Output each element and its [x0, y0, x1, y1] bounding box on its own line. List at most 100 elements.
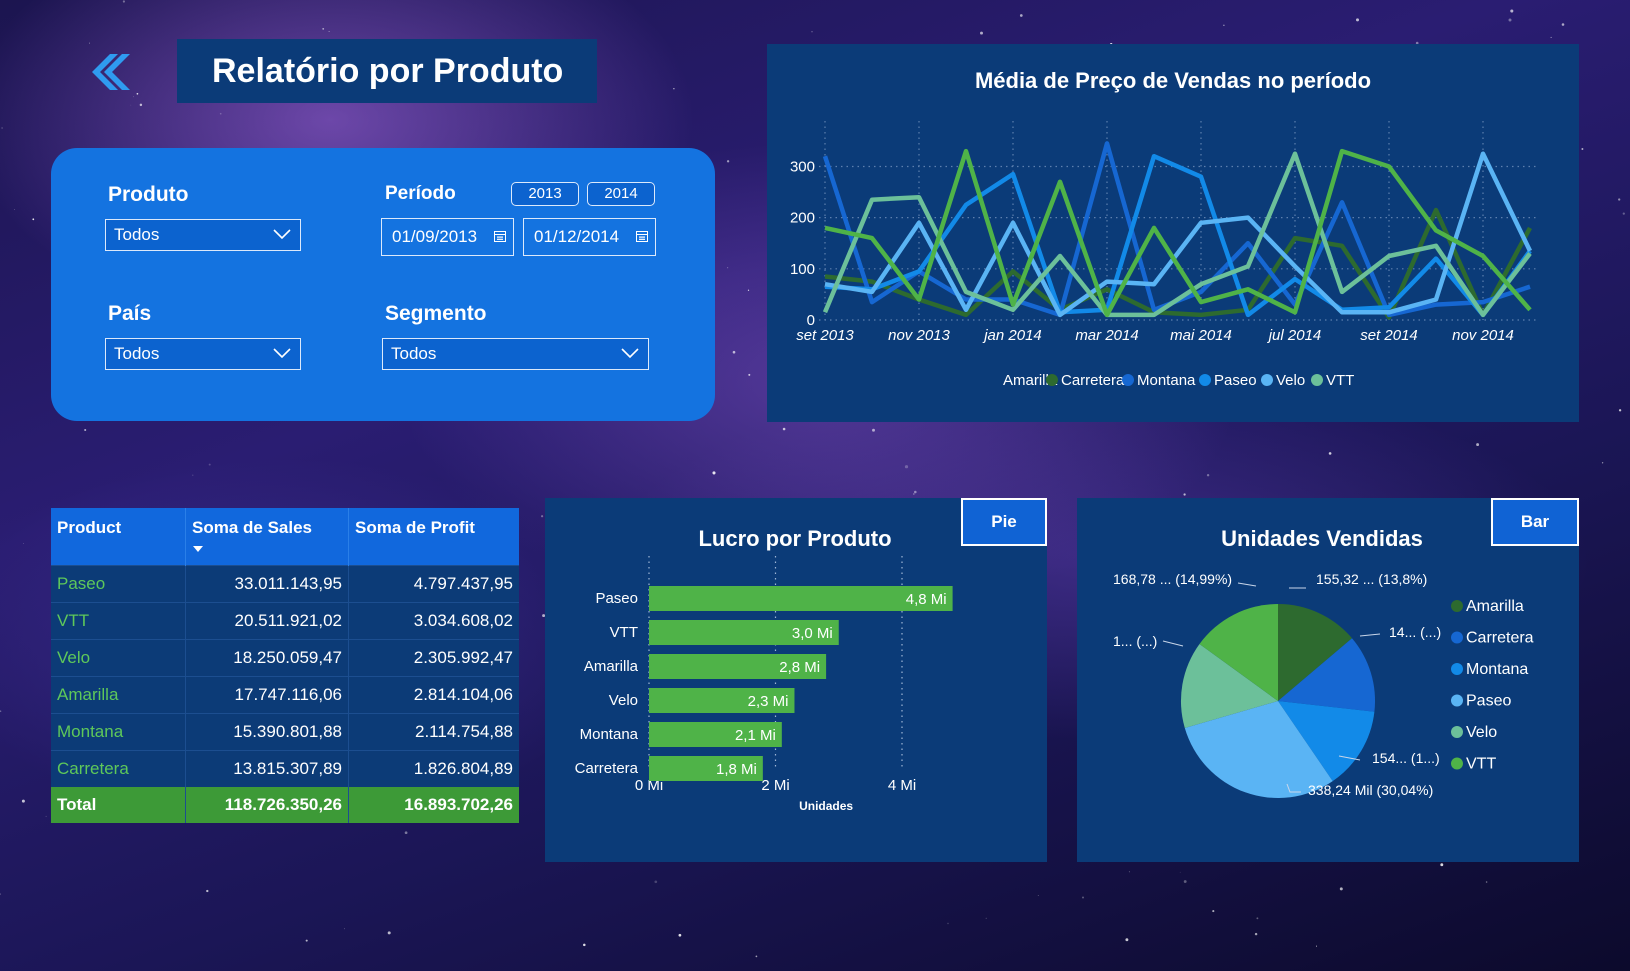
star: [404, 831, 408, 835]
profit-cell: 2.114.754,88: [348, 713, 519, 751]
profit-cell: 1.826.804,89: [348, 750, 519, 787]
star: [1328, 452, 1332, 455]
table-row[interactable]: Paseo 33.011.143,95 4.797.437,95: [51, 565, 519, 603]
produto-dropdown[interactable]: Todos: [105, 219, 301, 251]
table-row[interactable]: Velo 18.250.059,47 2.305.992,47: [51, 639, 519, 677]
star: [1622, 212, 1625, 215]
legend-label[interactable]: Amarilla: [1466, 598, 1524, 615]
bar-chart: 0 Mi 2 Mi 4 MiUnidadesPaseo 4,8 MiVTT 3,0 Mi…: [575, 556, 953, 813]
star: [904, 465, 909, 469]
legend-label[interactable]: Carretera: [1061, 372, 1125, 389]
produto-label: Produto: [108, 183, 189, 206]
product-table: Product Soma de Sales Soma de Profit Pas…: [51, 508, 519, 823]
category-label: Montana: [580, 726, 639, 743]
bar-data-label: 1,8 Mi: [716, 761, 757, 778]
series-line-carretera[interactable]: [822, 141, 1531, 318]
pie-data-label: 1... (...): [1113, 633, 1157, 649]
legend-label[interactable]: Montana: [1137, 372, 1196, 389]
star: [678, 933, 682, 937]
profit-cell: 2.814.104,06: [348, 676, 519, 714]
legend-label[interactable]: VTT: [1466, 756, 1496, 773]
star: [1254, 932, 1258, 936]
year-2013-button[interactable]: 2013: [511, 182, 579, 206]
star: [1183, 880, 1187, 883]
segmento-dropdown[interactable]: Todos: [382, 338, 649, 370]
table-total-row: Total 118.726.350,26 16.893.702,26: [51, 787, 519, 823]
product-cell: Montana: [51, 713, 186, 751]
star: [1316, 945, 1317, 947]
bar-data-label: 2,8 Mi: [779, 659, 820, 676]
star: [1183, 493, 1186, 496]
x-tick-label: nov 2013: [888, 327, 950, 344]
sort-desc-icon: [193, 546, 203, 552]
star: [45, 815, 47, 817]
star: [0, 710, 2, 713]
star: [14, 209, 16, 210]
star: [387, 931, 391, 935]
y-tick-label: 200: [790, 210, 815, 227]
sales-cell: 18.250.059,47: [185, 639, 349, 677]
profit-cell: 4.797.437,95: [348, 565, 519, 603]
product-cell: Amarilla: [51, 676, 186, 714]
page-title: Relatório por Produto: [212, 52, 564, 90]
bar-data-label: 3,0 Mi: [792, 625, 833, 642]
legend-label[interactable]: Montana: [1466, 661, 1528, 678]
col-header-sales[interactable]: Soma de Sales: [185, 508, 349, 566]
end-date-input[interactable]: 01/12/2014: [523, 218, 656, 256]
legend-label[interactable]: VTT: [1326, 372, 1354, 389]
pais-value: Todos: [114, 344, 160, 363]
legend-label[interactable]: Carretera: [1466, 630, 1534, 647]
star: [1485, 881, 1488, 883]
star: [1179, 871, 1181, 873]
calendar-icon: [636, 231, 648, 242]
category-label: Velo: [609, 692, 638, 709]
col-header-profit[interactable]: Soma de Profit: [348, 508, 519, 566]
back-arrow-icon[interactable]: [86, 50, 130, 94]
table-row[interactable]: Amarilla 17.747.116,06 2.814.104,06: [51, 676, 519, 714]
segmento-label: Segmento: [385, 302, 487, 325]
product-cell: Carretera: [51, 750, 186, 787]
legend-marker: [1261, 374, 1273, 386]
star: [133, 96, 134, 98]
star: [1339, 887, 1343, 891]
star: [726, 160, 730, 163]
star: [1128, 871, 1130, 873]
legend-marker: [1451, 694, 1463, 707]
star: [872, 428, 875, 432]
legend-label[interactable]: Paseo: [1466, 693, 1511, 710]
star: [84, 428, 87, 432]
legend-marker: [1451, 726, 1463, 738]
sales-cell: 13.815.307,89: [185, 750, 349, 787]
table-row[interactable]: Carretera 13.815.307,89 1.826.804,89: [51, 750, 519, 787]
calendar-icon: [494, 231, 506, 242]
star: [21, 799, 25, 803]
bar-chart-panel: Lucro por Produto Pie 0 Mi 2 Mi 4 Mi Unidad…: [545, 498, 1047, 862]
col-header-product[interactable]: Product: [51, 508, 186, 566]
periodo-label: Período: [385, 183, 456, 204]
legend-marker: [1199, 374, 1211, 386]
star: [1510, 9, 1514, 13]
star: [1, 127, 3, 129]
line-chart-panel: Média de Preço de Vendas no período 0 100…: [767, 44, 1579, 422]
year-2014-button[interactable]: 2014: [587, 182, 655, 206]
legend-marker: [1311, 374, 1323, 386]
segmento-value: Todos: [391, 344, 437, 363]
star: [139, 103, 143, 107]
table-row[interactable]: Montana 15.390.801,88 2.114.754,88: [51, 713, 519, 751]
pais-dropdown[interactable]: Todos: [105, 338, 301, 370]
table-row[interactable]: VTT 20.511.921,02 3.034.608,02: [51, 602, 519, 640]
star: [654, 880, 658, 884]
product-cell: VTT: [51, 602, 186, 640]
line-chart: 0100200300set 2013 nov 2013 jan 2014 mar 20…: [790, 121, 1536, 389]
star: [1356, 18, 1359, 22]
legend-label[interactable]: Velo: [1276, 372, 1305, 389]
legend-label[interactable]: Velo: [1466, 724, 1497, 741]
star: [136, 92, 139, 95]
start-date-input[interactable]: 01/09/2013: [381, 218, 514, 256]
legend-label[interactable]: Paseo: [1214, 372, 1257, 389]
page-title-box: Relatório por Produto: [177, 39, 597, 103]
pie-chart-panel: Unidades Vendidas Bar 155,32 ... (13,8%)…: [1077, 498, 1579, 862]
pie-data-label: 154... (1...): [1372, 750, 1440, 766]
leader-line: [1359, 633, 1381, 637]
x-tick-label: mai 2014: [1170, 327, 1232, 344]
